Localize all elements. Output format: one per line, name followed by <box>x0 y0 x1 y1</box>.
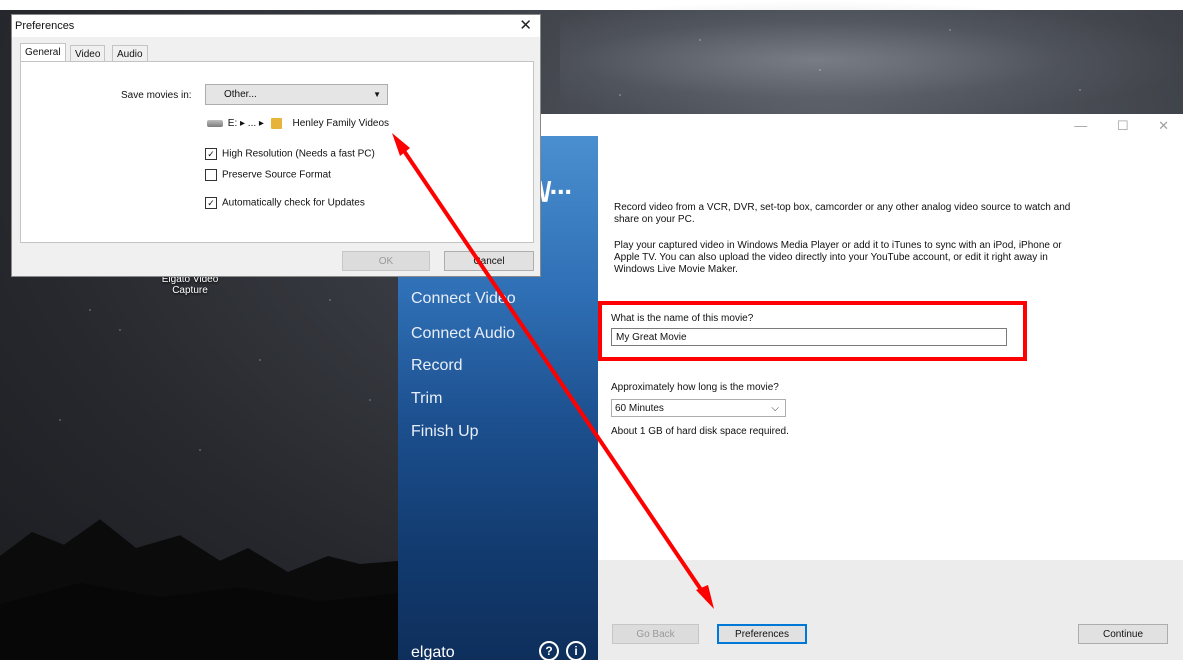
annotation-arrow <box>392 133 714 609</box>
arrow-shaft <box>396 140 710 602</box>
